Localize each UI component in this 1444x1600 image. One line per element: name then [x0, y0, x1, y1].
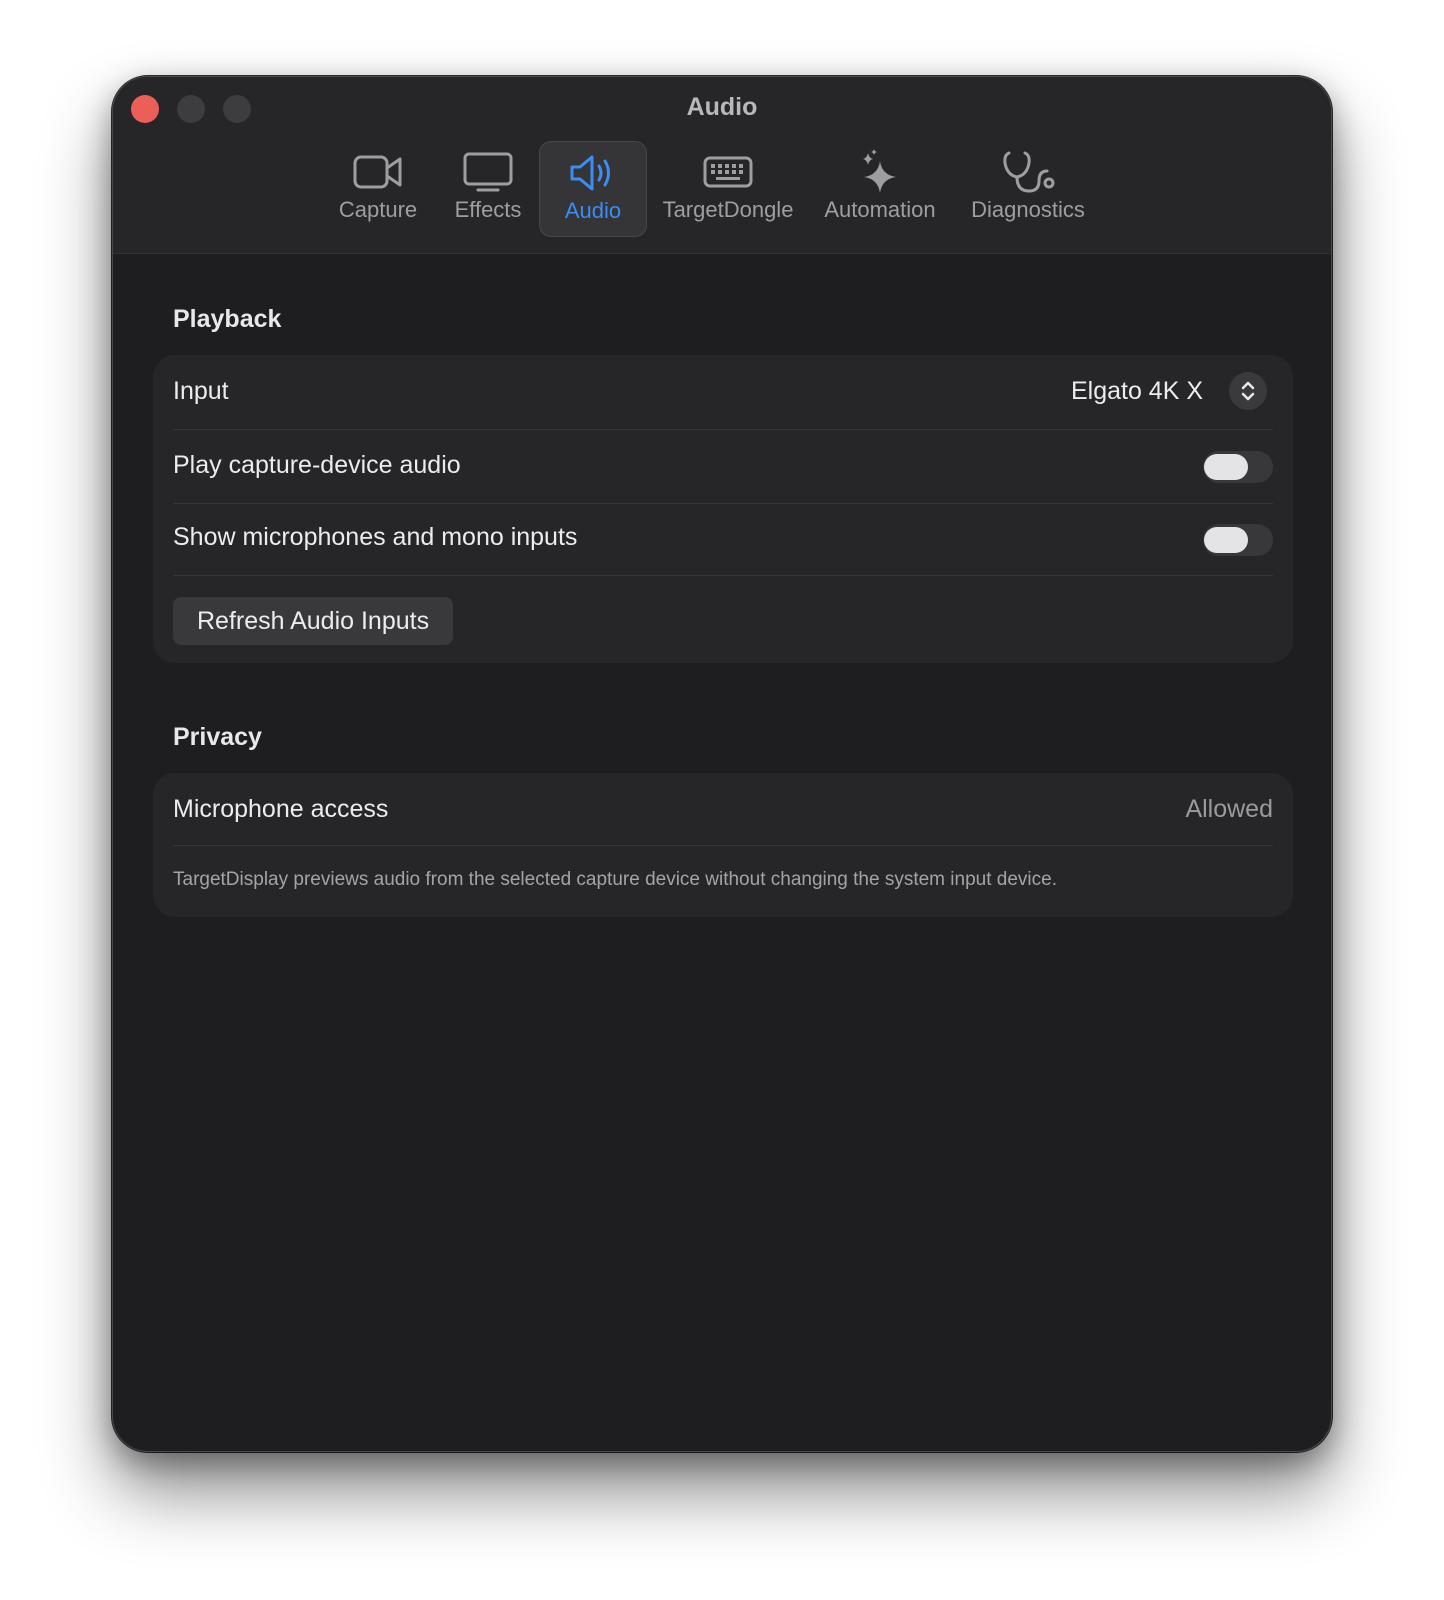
tab-label: TargetDongle [662, 197, 794, 222]
input-select-stepper[interactable] [1229, 372, 1267, 410]
tab-targetdongle[interactable]: TargetDongle [655, 141, 801, 237]
tab-capture[interactable]: Capture [327, 141, 429, 237]
input-row: Input Elgato 4K X [173, 355, 1273, 430]
tab-label: Capture [338, 197, 418, 222]
show-mics-toggle[interactable] [1203, 524, 1273, 556]
toggle-knob [1204, 454, 1248, 480]
window-title: Audio [686, 93, 758, 121]
tab-label: Diagnostics [971, 197, 1085, 222]
show-mics-label: Show microphones and mono inputs [173, 523, 578, 551]
toggle-knob [1204, 527, 1248, 553]
speaker-wave-icon [540, 150, 646, 196]
show-mics-row: Show microphones and mono inputs [173, 503, 1273, 576]
input-label: Input [173, 377, 229, 405]
section-title-playback: Playback [173, 305, 282, 333]
privacy-group: Microphone access Allowed TargetDisplay … [153, 773, 1293, 917]
keyboard-icon [655, 149, 801, 195]
tab-audio[interactable]: Audio [539, 141, 647, 237]
display-icon [437, 149, 539, 195]
play-audio-label: Play capture-device audio [173, 451, 461, 479]
tab-label: Audio [564, 198, 622, 223]
mic-access-row: Microphone access Allowed [173, 773, 1273, 846]
chevron-up-down-icon [1241, 381, 1255, 401]
tab-effects[interactable]: Effects [437, 141, 539, 237]
play-audio-toggle[interactable] [1203, 451, 1273, 483]
refresh-audio-inputs-button[interactable]: Refresh Audio Inputs [173, 597, 454, 645]
mic-access-status: Allowed [1185, 795, 1273, 823]
video-camera-icon [327, 149, 429, 195]
settings-window: Audio Capture Effects Audio TargetDongle… [112, 76, 1332, 1452]
tab-label: Effects [454, 197, 522, 222]
play-audio-row: Play capture-device audio [173, 429, 1273, 504]
tab-automation[interactable]: Automation [819, 141, 941, 237]
playback-group: Input Elgato 4K X Play capture-device au… [153, 355, 1293, 663]
mic-access-label: Microphone access [173, 795, 389, 823]
toolbar: Audio Capture Effects Audio TargetDongle… [113, 77, 1331, 254]
section-title-privacy: Privacy [173, 723, 262, 751]
privacy-footnote: TargetDisplay previews audio from the se… [173, 869, 1057, 890]
sparkles-icon [819, 149, 941, 195]
tab-label: Automation [824, 197, 936, 222]
tab-diagnostics[interactable]: Diagnostics [963, 141, 1093, 237]
stethoscope-icon [963, 149, 1093, 195]
input-select-value[interactable]: Elgato 4K X [1071, 377, 1203, 406]
